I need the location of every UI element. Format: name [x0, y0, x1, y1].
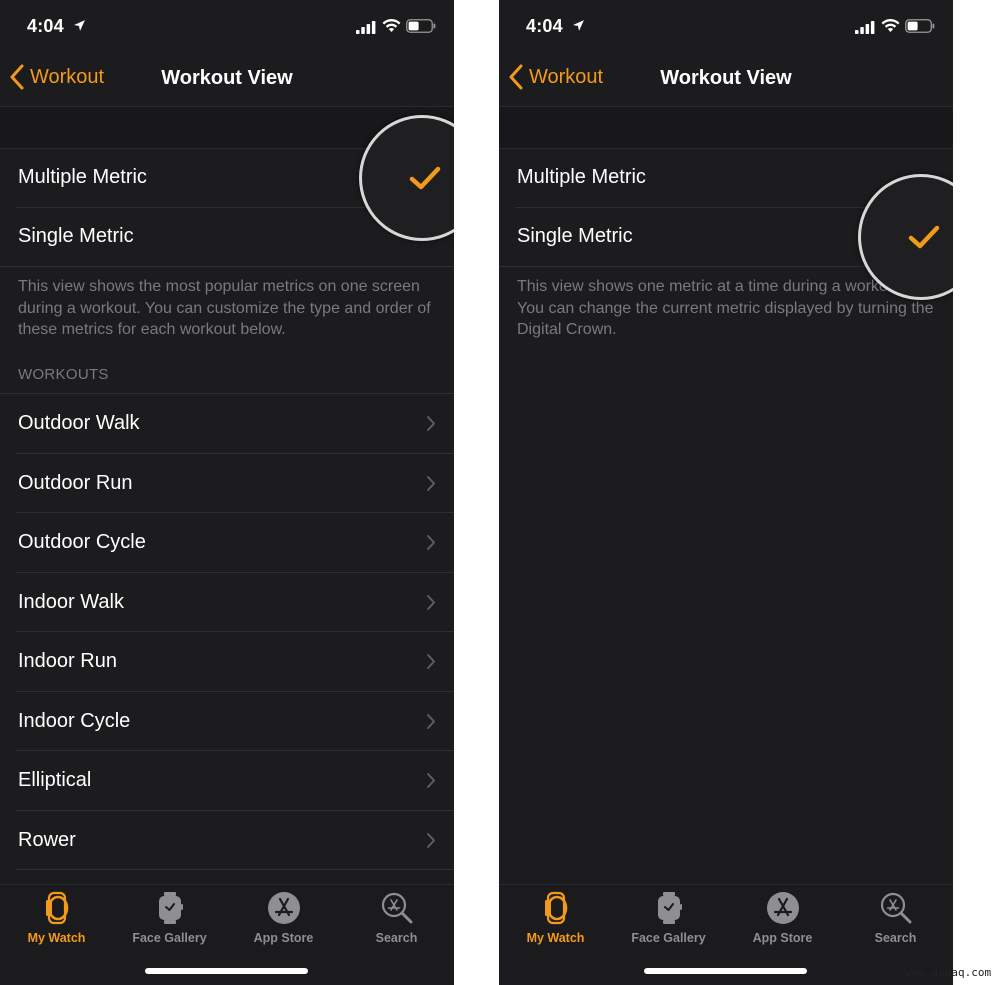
tab-label: My Watch [27, 931, 86, 945]
checkmark-icon [409, 166, 441, 190]
tab-label: Face Gallery [132, 931, 207, 945]
chevron-right-icon [427, 416, 435, 431]
watermark: www.deuaq.com [905, 966, 992, 979]
face-gallery-icon [158, 892, 183, 924]
phone-screen-single-metric: 4:04 Workout Workout View Multiple Metri… [499, 0, 953, 985]
workout-row[interactable]: Rower [0, 811, 454, 870]
page-title: Workout View [161, 67, 293, 89]
tab-label: Face Gallery [631, 931, 706, 945]
workout-row[interactable]: Indoor Run [0, 632, 454, 692]
workout-row[interactable]: Outdoor Cycle [0, 513, 454, 573]
option-label: Multiple Metric [18, 166, 147, 188]
search-icon [381, 892, 412, 924]
chevron-right-icon [427, 535, 435, 550]
app-store-icon [267, 892, 300, 924]
section-header-workouts: WORKOUTS [18, 366, 109, 383]
wifi-icon [881, 18, 900, 32]
tab-bar: My Watch Face Gallery App Store Search [0, 884, 454, 985]
battery-icon [406, 19, 436, 33]
status-time: 4:04 [526, 16, 563, 36]
chevron-right-icon [427, 773, 435, 788]
tab-my-watch[interactable]: My Watch [499, 891, 612, 951]
divider [0, 266, 454, 267]
face-gallery-icon [657, 892, 682, 924]
tab-face-gallery[interactable]: Face Gallery [612, 891, 725, 951]
tab-app-store[interactable]: App Store [726, 891, 839, 951]
battery-icon [905, 19, 935, 33]
cellular-signal-icon [855, 21, 875, 34]
workout-label: Outdoor Cycle [18, 531, 146, 553]
tab-face-gallery[interactable]: Face Gallery [113, 891, 226, 951]
section-spacer [499, 107, 953, 149]
app-store-icon [766, 892, 799, 924]
status-bar: 4:04 [499, 0, 953, 52]
cellular-signal-icon [356, 21, 376, 34]
workout-label: Elliptical [18, 769, 92, 791]
checkmark-icon [908, 225, 940, 249]
my-watch-icon [45, 891, 68, 925]
status-bar: 4:04 [0, 0, 454, 52]
wifi-icon [382, 18, 401, 32]
workout-row[interactable]: Indoor Cycle [0, 692, 454, 751]
tab-label: Search [375, 931, 418, 945]
tab-label: My Watch [526, 931, 585, 945]
workout-row[interactable]: Indoor Walk [0, 573, 454, 632]
view-description: This view shows one metric at a time dur… [517, 278, 934, 338]
chevron-right-icon [427, 475, 435, 491]
tab-bar: My Watch Face Gallery App Store Search [499, 884, 953, 985]
page-title: Workout View [660, 67, 792, 89]
location-arrow-icon [573, 20, 584, 31]
view-description: This view shows the most popular metrics… [18, 278, 431, 338]
tab-label: App Store [752, 931, 813, 945]
workout-label: Outdoor Walk [18, 412, 140, 434]
navigation-bar: Workout Workout View [499, 52, 953, 107]
workout-row[interactable]: Elliptical [0, 751, 454, 811]
chevron-right-icon [427, 832, 435, 848]
status-time: 4:04 [27, 16, 64, 36]
workout-label: Indoor Cycle [18, 709, 131, 732]
my-watch-icon [544, 891, 567, 925]
option-label: Multiple Metric [517, 166, 646, 188]
tab-label: Search [874, 931, 917, 945]
tab-search[interactable]: Search [340, 891, 453, 951]
tab-app-store[interactable]: App Store [227, 891, 340, 951]
option-label: Single Metric [517, 225, 633, 247]
location-arrow-icon [74, 20, 85, 31]
workout-row[interactable]: Outdoor Run [0, 454, 454, 513]
tab-my-watch[interactable]: My Watch [0, 891, 113, 951]
workout-label: Indoor Walk [18, 590, 124, 613]
chevron-right-icon [427, 713, 435, 729]
phone-screen-multiple-metric: 4:04 Workout Workout View Multiple Metri… [0, 0, 454, 985]
workout-row[interactable]: Outdoor Walk [0, 394, 454, 454]
tab-search[interactable]: Search [839, 891, 952, 951]
workout-label: Indoor Run [18, 650, 117, 672]
chevron-right-icon [427, 594, 435, 610]
navigation-bar: Workout Workout View [0, 52, 454, 107]
divider [16, 869, 454, 870]
tab-label: App Store [253, 931, 314, 945]
home-indicator[interactable] [145, 968, 308, 974]
home-indicator[interactable] [644, 968, 807, 974]
chevron-right-icon [427, 654, 435, 669]
workout-label: Rower [18, 828, 76, 851]
search-icon [880, 892, 911, 924]
option-label: Single Metric [18, 225, 134, 247]
workout-label: Outdoor Run [18, 471, 133, 494]
